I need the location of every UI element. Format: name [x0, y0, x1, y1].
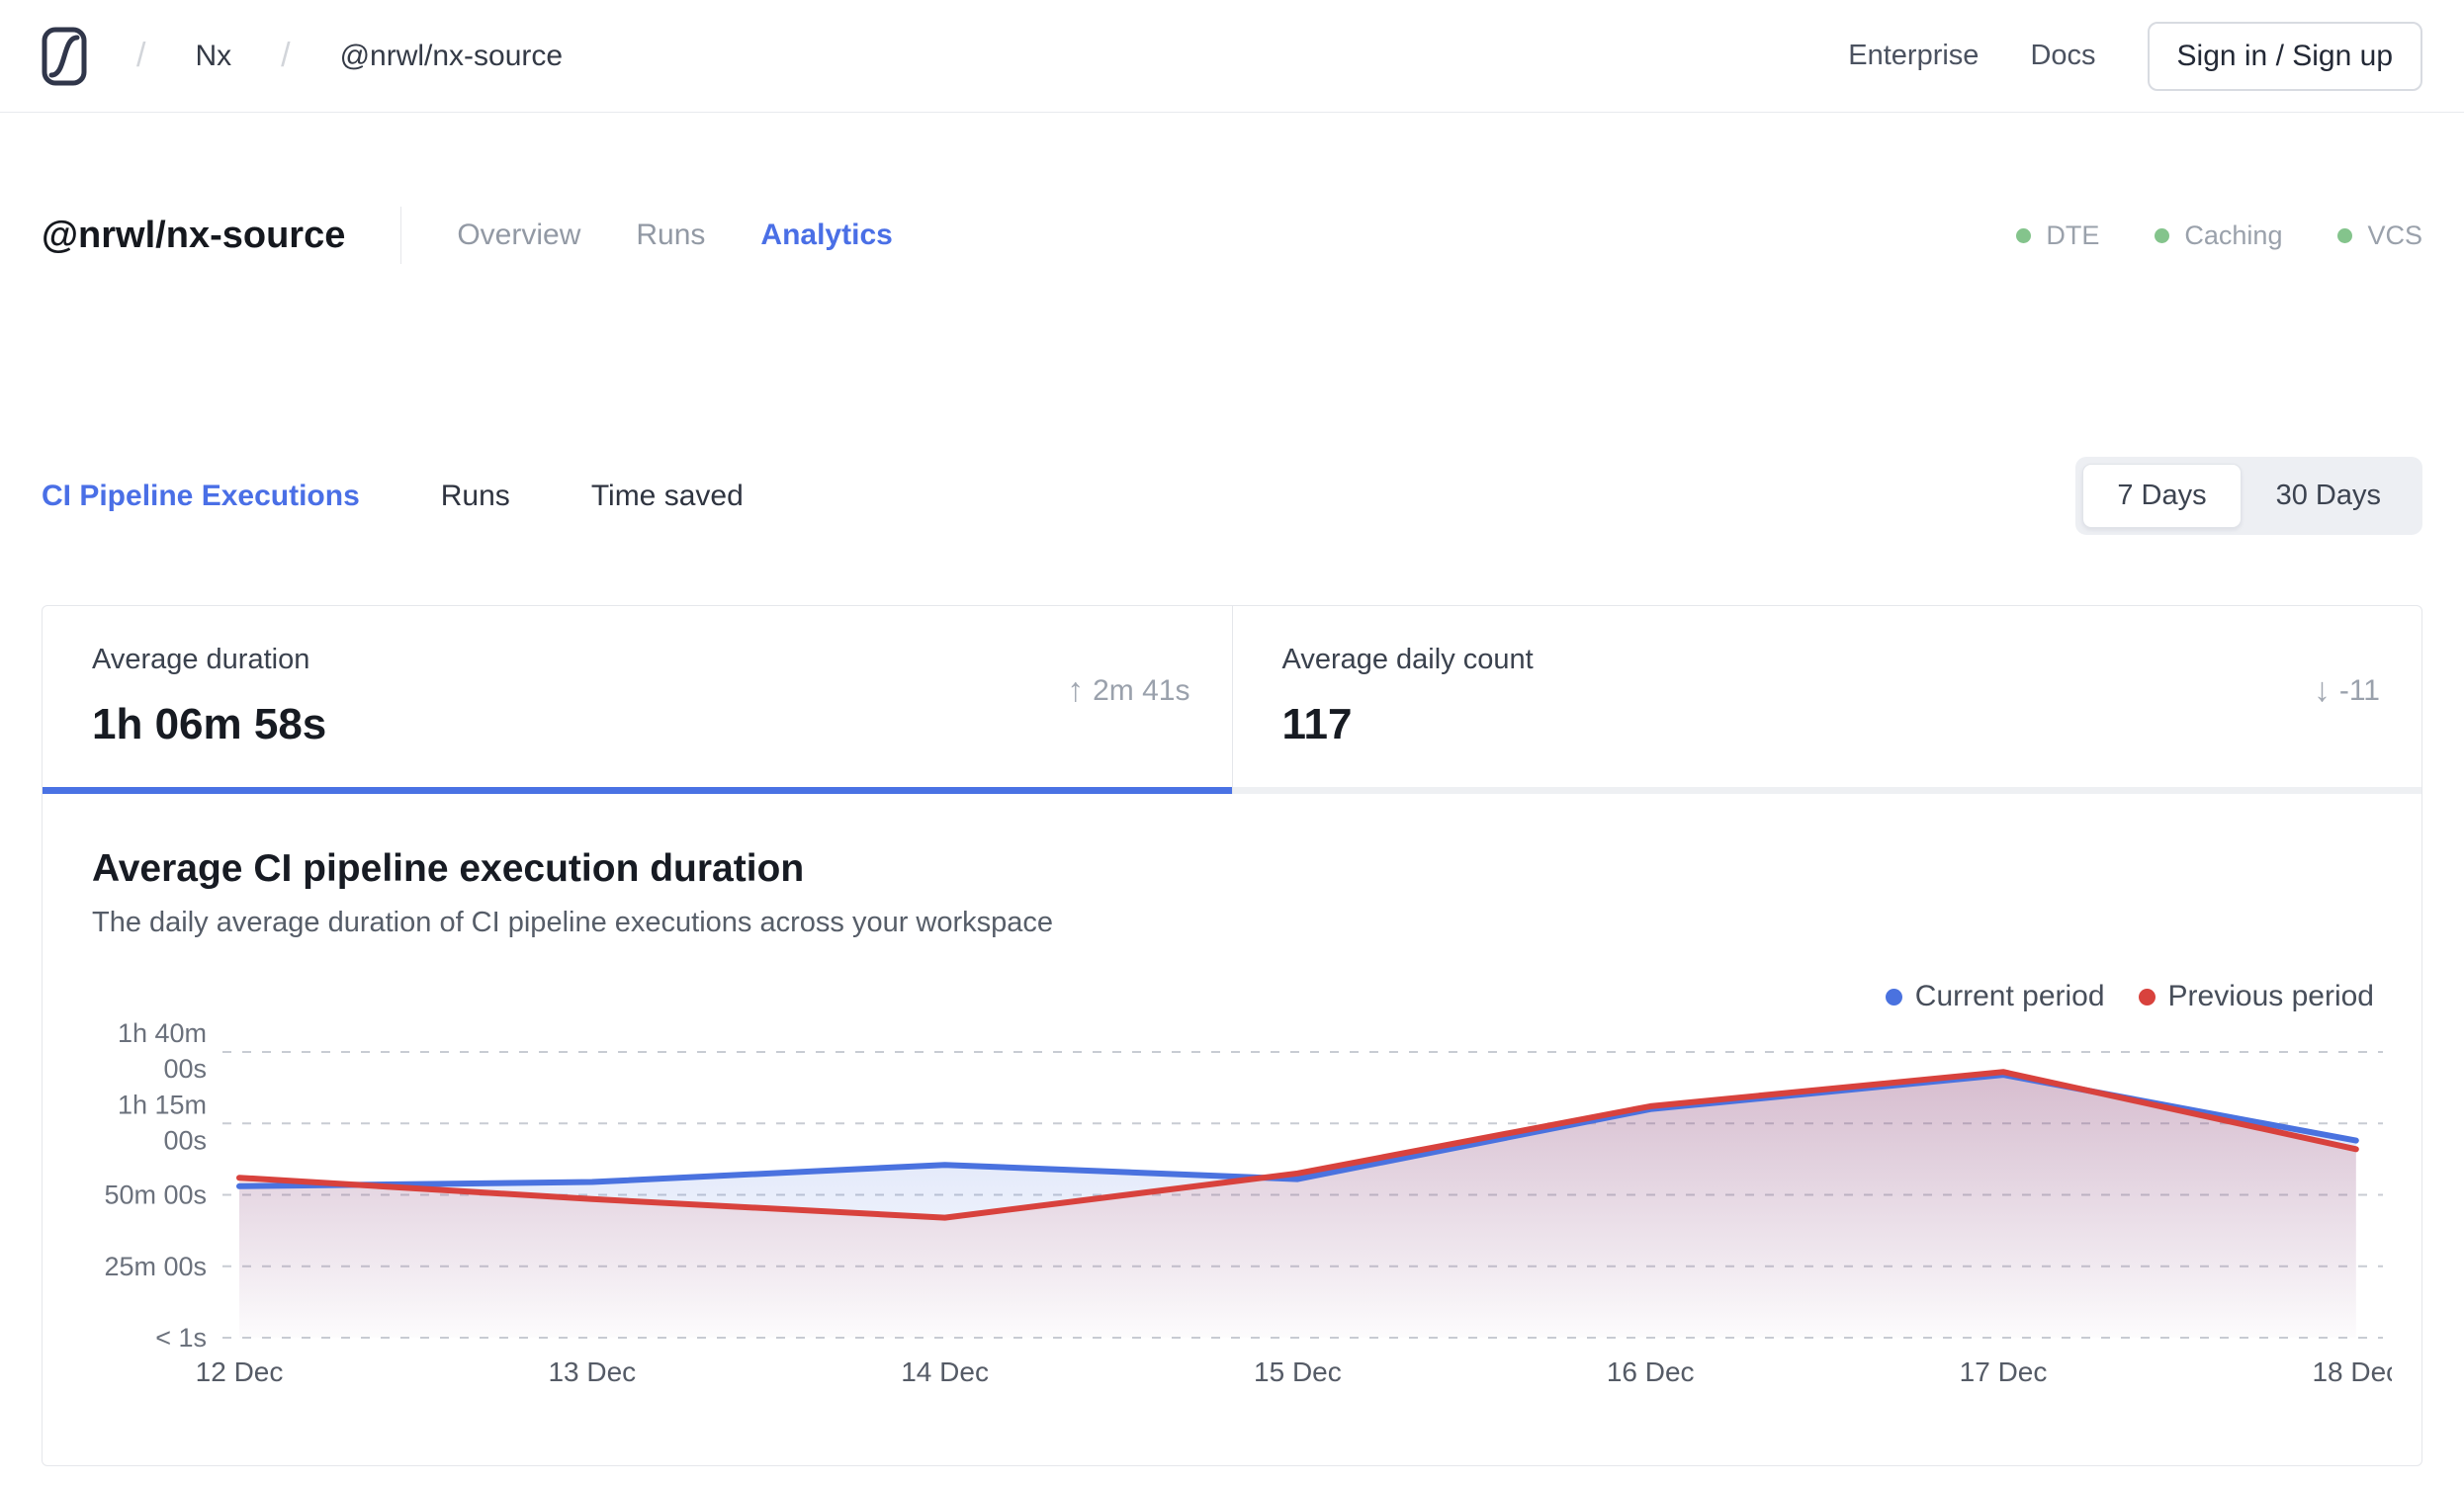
y-tick-label: 50m 00s — [104, 1181, 207, 1210]
analytics-tabs-row: CI Pipeline Executions Runs Time saved 7 D… — [42, 457, 2422, 535]
workspace-tab-runs[interactable]: Runs — [636, 219, 705, 252]
feature-label: VCS — [2367, 219, 2422, 250]
down-arrow-icon: ↓ — [2313, 671, 2331, 709]
status-dot-icon — [2337, 227, 2353, 243]
stat-delta: ↓ -11 — [2314, 671, 2380, 710]
series-area-previous-period — [239, 1072, 2356, 1338]
x-tick-label: 18 Dec — [2312, 1356, 2392, 1387]
y-tick-label: 00s — [163, 1054, 207, 1084]
stat-label: Average daily count — [1281, 644, 1534, 675]
toggle-option-7-days[interactable]: 7 Days — [2082, 464, 2242, 528]
x-tick-label: 15 Dec — [1254, 1356, 1342, 1387]
workspace-tab-analytics[interactable]: Analytics — [760, 219, 892, 252]
legend-label: Current period — [1914, 980, 2105, 1012]
y-tick-label: 25m 00s — [104, 1252, 207, 1281]
chart-title: Average CI pipeline execution duration — [92, 847, 805, 890]
feature-badges: DTE Caching VCS — [2016, 220, 2422, 251]
legend-dot-icon — [2138, 988, 2156, 1006]
stat-value: 1h 06m 58s — [92, 700, 327, 748]
analytics-tab-time-saved[interactable]: Time saved — [591, 480, 744, 513]
page-title: @nrwl/nx-source — [42, 214, 346, 256]
breadcrumb-item-nx[interactable]: Nx — [195, 40, 231, 73]
legend-item-current-period[interactable]: Current period — [1885, 980, 2105, 1013]
stat-value: 117 — [1281, 700, 1353, 748]
nav-actions: Enterprise Docs Sign in / Sign up — [1848, 21, 2422, 91]
status-dot-icon — [2016, 227, 2032, 243]
stat-card-average-daily-count[interactable]: Average daily count 117 ↓ -11 — [1231, 606, 2421, 794]
stat-card-average-duration[interactable]: Average duration 1h 06m 58s ↑ 2m 41s — [43, 606, 1232, 794]
analytics-tabs: CI Pipeline Executions Runs Time saved — [42, 480, 744, 513]
feature-badge-caching: Caching — [2155, 220, 2282, 251]
y-tick-label: < 1s — [155, 1323, 207, 1353]
stat-row: Average duration 1h 06m 58s ↑ 2m 41s Average… — [43, 606, 2421, 794]
legend-item-previous-period[interactable]: Previous period — [2138, 980, 2374, 1013]
nx-cloud-logo[interactable] — [42, 26, 87, 87]
analytics-tab-runs[interactable]: Runs — [441, 480, 510, 513]
stat-label: Average duration — [92, 644, 310, 675]
analytics-card: Average duration 1h 06m 58s ↑ 2m 41s Average… — [42, 605, 2422, 1466]
y-tick-label: 1h 40m — [118, 1018, 207, 1048]
active-indicator — [43, 787, 1232, 794]
feature-label: Caching — [2184, 219, 2283, 250]
vertical-divider — [400, 207, 402, 264]
toggle-option-30-days[interactable]: 30 Days — [2242, 464, 2416, 528]
chart-subtitle: The daily average duration of CI pipelin… — [92, 907, 1054, 938]
stat-delta-value: 2m 41s — [1093, 673, 1190, 707]
breadcrumb: / Nx / @nrwl/nx-source — [42, 26, 563, 87]
chart-legend: Current period Previous period — [92, 979, 2392, 1014]
workspace-tab-overview[interactable]: Overview — [457, 219, 580, 252]
x-tick-label: 16 Dec — [1607, 1356, 1695, 1387]
chart-area: Average CI pipeline execution duration T… — [43, 794, 2421, 1465]
analytics-tab-ci-pipeline-executions[interactable]: CI Pipeline Executions — [42, 480, 360, 513]
workspace-header: @nrwl/nx-source Overview Runs Analytics DT… — [42, 204, 2422, 267]
signin-button[interactable]: Sign in / Sign up — [2147, 21, 2422, 91]
x-tick-label: 13 Dec — [548, 1356, 636, 1387]
x-tick-label: 17 Dec — [1960, 1356, 2048, 1387]
workspace-tabs: Overview Runs Analytics — [457, 219, 892, 252]
duration-chart: 1h 40m 00s 1h 15m 00s 50m 00s 25m 00s < 1s12 D… — [104, 1018, 2392, 1387]
legend-dot-icon — [1885, 988, 1902, 1006]
x-tick-label: 12 Dec — [196, 1356, 284, 1387]
breadcrumb-separator: / — [281, 37, 291, 74]
nav-link-enterprise[interactable]: Enterprise — [1848, 40, 1979, 72]
up-arrow-icon: ↑ — [1067, 671, 1085, 709]
range-toggle: 7 Days 30 Days — [2075, 457, 2422, 535]
breadcrumb-separator: / — [136, 37, 146, 74]
y-tick-label: 1h 15m — [118, 1090, 207, 1119]
stat-delta: ↑ 2m 41s — [1067, 671, 1189, 710]
feature-badge-dte: DTE — [2016, 220, 2099, 251]
breadcrumb-item-nrwl-nx-source[interactable]: @nrwl/nx-source — [340, 40, 564, 73]
nx-logo-icon — [42, 27, 87, 85]
x-tick-label: 14 Dec — [901, 1356, 989, 1387]
feature-badge-vcs: VCS — [2337, 220, 2422, 251]
y-tick-label: 00s — [163, 1125, 207, 1155]
active-indicator — [1232, 787, 2421, 794]
feature-label: DTE — [2046, 219, 2100, 250]
stat-delta-value: -11 — [2338, 673, 2380, 707]
status-dot-icon — [2155, 227, 2170, 243]
top-nav: / Nx / @nrwl/nx-source Enterprise Docs Sign i… — [0, 0, 2464, 113]
nav-link-docs[interactable]: Docs — [2030, 40, 2095, 72]
legend-label: Previous period — [2167, 980, 2374, 1012]
